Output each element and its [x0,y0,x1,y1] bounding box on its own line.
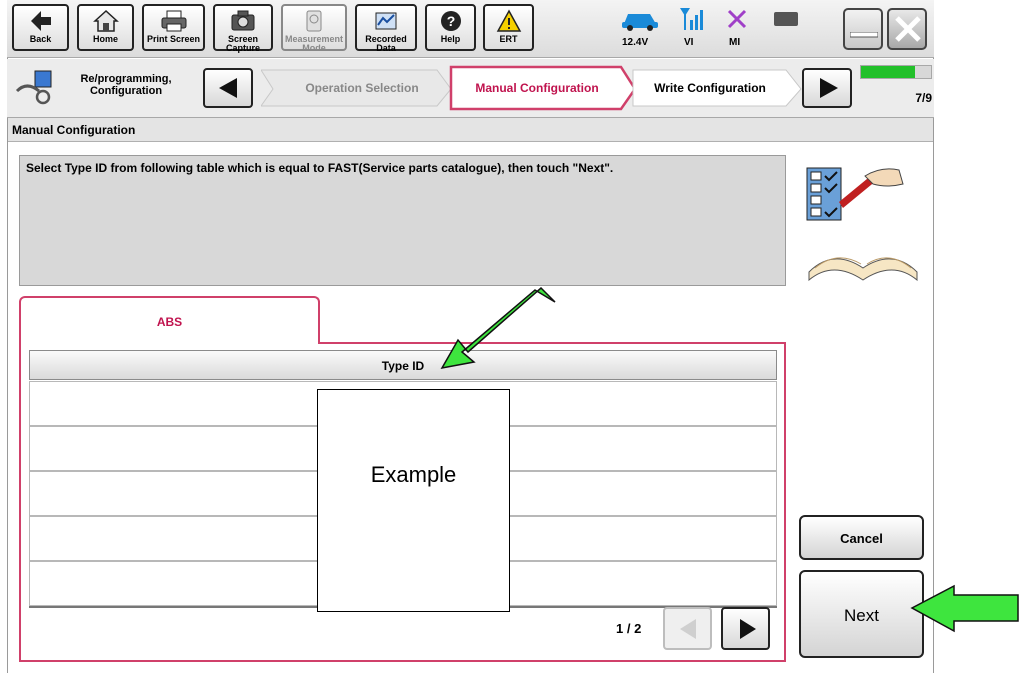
annotation-arrows [440,286,1019,633]
arrow-to-type-id-header [440,286,556,370]
arrow-to-next-button [910,584,1019,633]
